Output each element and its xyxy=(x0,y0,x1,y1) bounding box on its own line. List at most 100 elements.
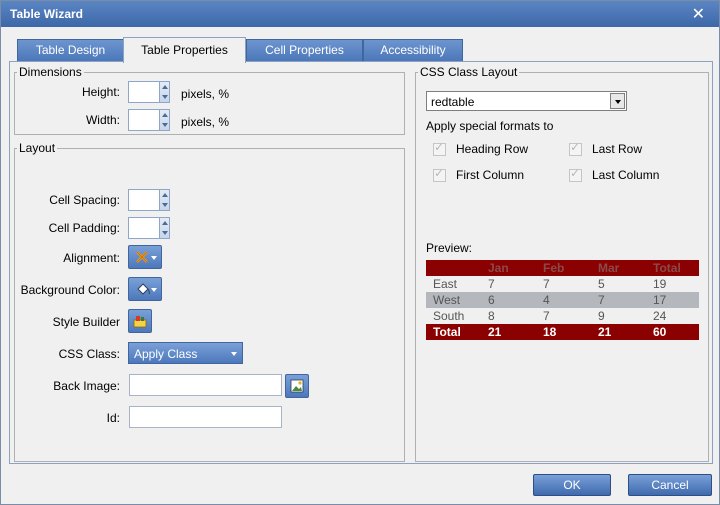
spin-up-icon[interactable] xyxy=(162,85,168,89)
apply-formats-label: Apply special formats to xyxy=(426,119,554,133)
cell-spacing-spinner-arrows[interactable] xyxy=(159,190,169,210)
chevron-down-icon xyxy=(231,352,237,356)
preview-header-cell: Total xyxy=(653,261,681,275)
dimensions-legend: Dimensions xyxy=(19,65,82,79)
width-spinner-arrows[interactable] xyxy=(159,110,169,130)
preview-header-cell: Feb xyxy=(543,261,565,275)
cell-padding-spinner-arrows[interactable] xyxy=(159,218,169,238)
checkmark-icon: ✓ xyxy=(570,140,581,154)
heading-row-checkbox[interactable]: ✓ xyxy=(433,140,446,156)
preview-total-cell: 18 xyxy=(543,325,557,339)
cell-spacing-label: Cell Spacing: xyxy=(49,193,120,207)
close-icon[interactable]: ✕ xyxy=(692,4,705,23)
cell-padding-spinner[interactable] xyxy=(128,217,170,239)
back-image-label: Back Image: xyxy=(53,379,120,393)
preview-cell: 5 xyxy=(598,277,605,291)
width-spinner[interactable] xyxy=(128,109,170,131)
first-column-checkbox[interactable]: ✓ xyxy=(433,166,446,182)
height-label: Height: xyxy=(81,85,120,99)
css-class-layout-select[interactable]: redtable xyxy=(426,91,627,111)
paint-bucket-icon xyxy=(137,283,150,295)
preview-header-row: Jan Feb Mar Total xyxy=(426,260,699,276)
preview-cell: 8 xyxy=(488,309,495,323)
style-builder-label: Style Builder xyxy=(52,315,120,329)
preview-total-cell: 60 xyxy=(653,325,667,339)
preview-header-cell: Mar xyxy=(598,261,620,275)
chevron-down-icon xyxy=(151,256,157,260)
preview-cell: 7 xyxy=(543,309,550,323)
dialog-title: Table Wizard xyxy=(10,7,84,21)
chevron-down-icon xyxy=(151,288,157,292)
id-label: Id: xyxy=(106,411,120,425)
css-class-select-value: Apply Class xyxy=(134,347,198,361)
back-image-input[interactable] xyxy=(129,374,282,396)
spin-down-icon[interactable] xyxy=(162,231,168,235)
preview-total-row: Total 21 18 21 60 xyxy=(426,324,699,340)
spin-down-icon[interactable] xyxy=(162,123,168,127)
checkmark-icon: ✓ xyxy=(434,140,445,154)
style-builder-button[interactable] xyxy=(128,309,152,333)
preview-cell: South xyxy=(433,309,465,323)
spin-down-icon[interactable] xyxy=(162,95,168,99)
cell-padding-label: Cell Padding: xyxy=(48,221,120,235)
back-image-browse-button[interactable] xyxy=(285,374,309,398)
preview-total-cell: 21 xyxy=(598,325,612,339)
background-color-dropdown-button[interactable] xyxy=(128,277,162,301)
tab-cell-properties[interactable]: Cell Properties xyxy=(246,39,363,62)
css-class-layout-select-value: redtable xyxy=(431,95,475,109)
tab-table-design[interactable]: Table Design xyxy=(17,39,124,62)
preview-cell: East xyxy=(433,277,458,291)
ok-button[interactable]: OK xyxy=(533,474,611,496)
preview-cell: 7 xyxy=(543,277,550,291)
alignment-dropdown-button[interactable] xyxy=(128,245,162,269)
title-bar: Table Wizard ✕ xyxy=(1,1,719,27)
preview-cell: 7 xyxy=(488,277,495,291)
preview-table: Jan Feb Mar Total East 7 7 5 19 West 6 4… xyxy=(426,260,699,340)
last-column-checkbox[interactable]: ✓ xyxy=(569,166,582,182)
alignment-label: Alignment: xyxy=(63,251,120,265)
spin-down-icon[interactable] xyxy=(162,203,168,207)
checkmark-icon: ✓ xyxy=(570,166,581,180)
preview-cell: 7 xyxy=(598,293,605,307)
css-class-layout-legend: CSS Class Layout xyxy=(420,65,518,79)
height-unit-label: pixels, % xyxy=(181,87,230,101)
chevron-down-icon[interactable] xyxy=(610,93,625,109)
tab-table-properties[interactable]: Table Properties xyxy=(123,37,246,63)
height-spinner[interactable] xyxy=(128,81,170,103)
preview-row: South 8 7 9 24 xyxy=(426,308,699,324)
spin-up-icon[interactable] xyxy=(162,113,168,117)
preview-header-cell xyxy=(426,260,481,276)
preview-cell: 4 xyxy=(543,293,550,307)
image-browse-icon xyxy=(290,379,304,393)
id-input[interactable] xyxy=(129,406,282,428)
preview-row: West 6 4 7 17 xyxy=(426,292,699,308)
table-wizard-dialog: Table Wizard ✕ Table Design Table Proper… xyxy=(0,0,720,505)
last-row-label: Last Row xyxy=(592,142,643,156)
preview-cell: 17 xyxy=(653,293,667,307)
width-label: Width: xyxy=(85,113,120,127)
last-column-label: Last Column xyxy=(592,168,660,182)
spin-up-icon[interactable] xyxy=(162,193,168,197)
preview-cell: West xyxy=(433,293,461,307)
cancel-button[interactable]: Cancel xyxy=(628,474,712,496)
preview-total-cell: Total xyxy=(433,325,461,339)
checkmark-icon: ✓ xyxy=(434,166,445,180)
preview-cell: 19 xyxy=(653,277,667,291)
preview-cell: 24 xyxy=(653,309,667,323)
layout-legend: Layout xyxy=(19,141,56,155)
style-builder-icon xyxy=(133,316,147,328)
preview-row: East 7 7 5 19 xyxy=(426,276,699,292)
css-class-label: CSS Class: xyxy=(58,347,120,361)
preview-total-cell: 21 xyxy=(488,325,502,339)
preview-header-cell: Jan xyxy=(488,261,509,275)
height-spinner-arrows[interactable] xyxy=(159,82,169,102)
preview-cell: 6 xyxy=(488,293,495,307)
first-column-label: First Column xyxy=(456,168,525,182)
css-class-select[interactable]: Apply Class xyxy=(128,342,243,364)
background-color-label: Background Color: xyxy=(20,283,120,297)
last-row-checkbox[interactable]: ✓ xyxy=(569,140,582,156)
tab-accessibility[interactable]: Accessibility xyxy=(363,39,463,62)
cell-spacing-spinner[interactable] xyxy=(128,189,170,211)
heading-row-label: Heading Row xyxy=(456,142,529,156)
spin-up-icon[interactable] xyxy=(162,221,168,225)
